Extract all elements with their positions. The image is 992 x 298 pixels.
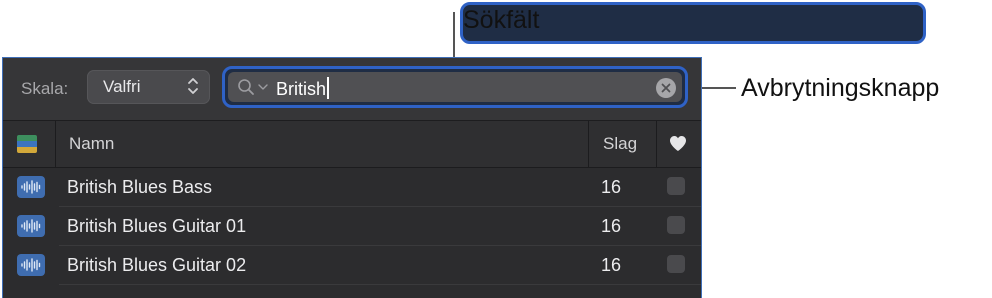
scale-label: Skala: [21,79,69,98]
loop-beats: 16 [601,177,622,197]
column-header-slag[interactable]: Slag [603,134,637,154]
chevron-down-icon [258,84,268,90]
favorite-checkbox[interactable] [667,177,685,195]
loop-list: British Blues Bass 16 British Blues Guit… [3,168,701,285]
search-field-callout: Sökfält [460,2,926,44]
search-input-value[interactable]: British [276,77,329,100]
audio-waveform-icon [17,254,45,276]
up-down-chevron-icon [188,78,198,94]
magnifier-icon[interactable] [237,78,255,96]
clear-search-button[interactable] [656,78,676,98]
scale-value: Valfri [103,77,141,96]
table-row[interactable]: British Blues Guitar 01 16 [17,207,701,246]
loop-beats: 16 [601,216,622,236]
column-separator [588,121,589,167]
loop-name: British Blues Guitar 01 [67,216,247,236]
audio-waveform-icon [17,215,45,237]
table-row[interactable]: British Blues Bass 16 [17,168,701,207]
column-header-name[interactable]: Namn [69,134,114,154]
favorite-checkbox[interactable] [667,216,685,234]
heart-icon[interactable] [669,135,687,152]
search-field[interactable]: British [222,66,688,108]
table-row[interactable]: British Blues Guitar 02 16 [17,246,701,285]
cancel-button-callout: Avbrytningsknapp [741,74,940,102]
text-caret [327,77,329,99]
audio-waveform-icon [17,176,45,198]
search-field-inner: British [228,72,682,102]
loop-name: British Blues Guitar 02 [67,255,247,275]
color-stripes-icon[interactable] [17,135,37,153]
loop-browser-panel: Skala: Valfri British Namn Slag British … [2,57,702,298]
browser-toolbar: Skala: Valfri British [3,58,701,121]
scale-popup-button[interactable]: Valfri [87,70,210,104]
table-header: Namn Slag [3,121,701,168]
loop-beats: 16 [601,255,622,275]
column-separator [55,121,56,167]
loop-name: British Blues Bass [67,177,213,197]
favorite-checkbox[interactable] [667,255,685,273]
column-separator [656,121,657,167]
close-icon [661,83,671,93]
